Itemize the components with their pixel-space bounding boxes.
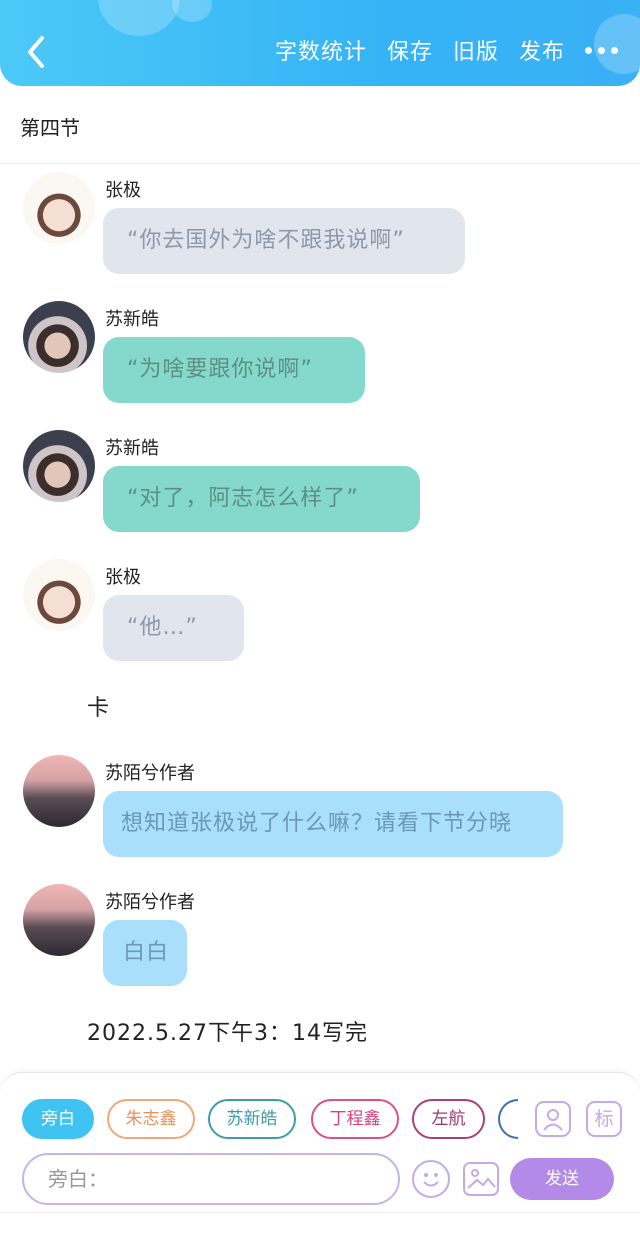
chevron-left-icon [28, 36, 44, 68]
message-bubble[interactable]: 白白 [103, 920, 187, 986]
speaker-name: 张极 [105, 180, 141, 201]
word-count-button[interactable]: 字数统计 [275, 34, 367, 66]
header-actions: 字数统计 保存 旧版 发布 [275, 34, 618, 66]
role-chip-narration[interactable]: 旁白 [22, 1099, 94, 1139]
tag-icon-label: 标 [594, 1108, 614, 1130]
role-chip[interactable]: 左航 [412, 1099, 485, 1139]
picture-icon [467, 1169, 496, 1189]
message-bubble[interactable]: 想知道张极说了什么嘛？请看下节分晓 [103, 791, 563, 857]
message-bubble[interactable]: “他…” [103, 595, 244, 661]
speaker-name: 苏新皓 [105, 438, 159, 459]
narration-text[interactable]: 卡 [87, 690, 109, 722]
old-version-button[interactable]: 旧版 [453, 34, 499, 66]
tag-icon[interactable]: 标 [586, 1101, 622, 1137]
message-bubble[interactable]: “为啥要跟你说啊” [103, 337, 365, 403]
save-button[interactable]: 保存 [387, 34, 433, 66]
header-decoration [98, 0, 180, 36]
header-decoration [172, 0, 212, 22]
role-chip[interactable]: 丁程鑫 [311, 1099, 399, 1139]
message-input[interactable]: 旁白： [22, 1153, 400, 1205]
smiley-icon [423, 1173, 439, 1187]
speaker-name: 苏新皓 [105, 309, 159, 330]
role-chip[interactable]: 朱志鑫 [107, 1099, 195, 1139]
send-button[interactable]: 发送 [510, 1158, 614, 1200]
more-icon[interactable] [585, 35, 618, 65]
top-bar: 字数统计 保存 旧版 发布 [0, 0, 640, 86]
back-button[interactable] [22, 32, 52, 72]
speaker-name: 张极 [105, 567, 141, 588]
avatar[interactable] [23, 884, 95, 956]
speaker-name: 苏陌兮作者 [105, 763, 195, 784]
avatar[interactable] [23, 755, 95, 827]
divider [0, 163, 640, 164]
character-icon[interactable] [535, 1101, 571, 1137]
person-icon [543, 1109, 563, 1131]
message-bubble[interactable]: “对了，阿志怎么样了” [103, 466, 420, 532]
avatar[interactable] [23, 172, 95, 244]
avatar[interactable] [23, 430, 95, 502]
bottom-safe-area [0, 1212, 640, 1260]
role-chip[interactable]: 苏新皓 [208, 1099, 296, 1139]
publish-button[interactable]: 发布 [519, 34, 565, 66]
image-icon[interactable] [463, 1162, 499, 1196]
speaker-name: 苏陌兮作者 [105, 892, 195, 913]
emoji-icon[interactable] [412, 1160, 450, 1198]
avatar[interactable] [23, 301, 95, 373]
message-bubble[interactable]: “你去国外为啥不跟我说啊” [103, 208, 465, 274]
avatar[interactable] [23, 559, 95, 631]
timestamp-text[interactable]: 2022.5.27下午3：14写完 [87, 1015, 368, 1047]
section-title[interactable]: 第四节 [20, 112, 80, 141]
